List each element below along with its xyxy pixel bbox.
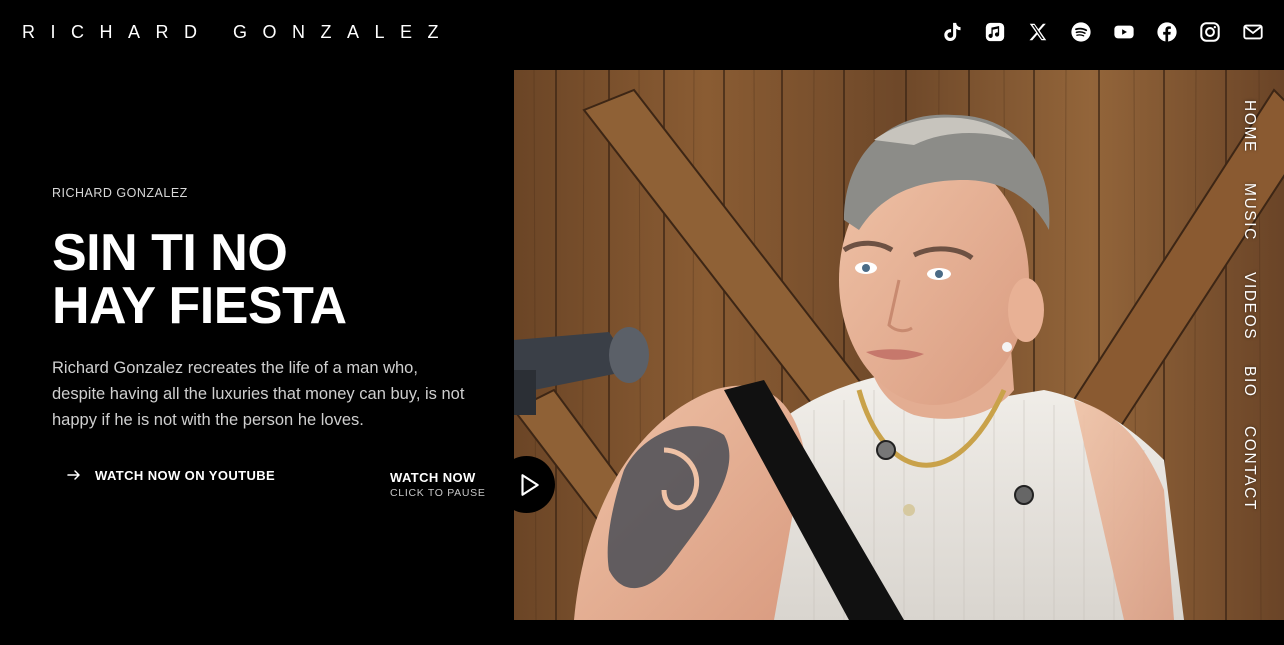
- watch-on-youtube-label: WATCH NOW ON YOUTUBE: [95, 467, 276, 483]
- nav-item-videos[interactable]: VIDEOS: [1240, 272, 1258, 340]
- hero-eyebrow: RICHARD GONZALEZ: [52, 186, 188, 200]
- click-to-pause-hint: CLICK TO PAUSE: [390, 487, 486, 499]
- tiktok-icon[interactable]: [940, 20, 963, 43]
- side-navigation: HOME MUSIC VIDEOS BIO CONTACT: [1240, 100, 1262, 540]
- watch-now-title: WATCH NOW: [390, 470, 476, 485]
- hero-description: Richard Gonzalez recreates the life of a…: [52, 359, 465, 429]
- arrow-right-icon: [67, 470, 80, 480]
- play-icon: [520, 473, 539, 496]
- nav-item-home[interactable]: HOME: [1240, 100, 1258, 153]
- site-name[interactable]: RICHARD GONZALEZ: [22, 22, 454, 43]
- video-player[interactable]: [514, 70, 1284, 620]
- watch-now-caption: WATCH NOW CLICK TO PAUSE: [390, 470, 486, 499]
- x-twitter-icon[interactable]: [1026, 20, 1049, 43]
- video-frame-image: [514, 70, 1284, 620]
- youtube-icon[interactable]: [1112, 20, 1135, 43]
- instagram-icon[interactable]: [1198, 20, 1221, 43]
- mail-icon[interactable]: [1241, 20, 1264, 43]
- facebook-icon[interactable]: [1155, 20, 1178, 43]
- hero-title-line-1: SIN TI NO: [52, 224, 288, 282]
- hero-content: RICHARD GONZALEZ SIN TI NO HAY FIESTA Ri…: [52, 186, 482, 433]
- play-button[interactable]: [498, 456, 555, 513]
- apple-music-icon[interactable]: [983, 20, 1006, 43]
- nav-item-music[interactable]: MUSIC: [1240, 183, 1258, 241]
- hero-title: SIN TI NO HAY FIESTA: [52, 227, 482, 333]
- hero-title-line-2: HAY FIESTA: [52, 277, 347, 335]
- watch-on-youtube-link[interactable]: WATCH NOW ON YOUTUBE: [66, 467, 275, 483]
- nav-item-bio[interactable]: BIO: [1240, 366, 1258, 398]
- nav-item-contact[interactable]: CONTACT: [1240, 426, 1258, 511]
- social-links: [940, 20, 1264, 43]
- spotify-icon[interactable]: [1069, 20, 1092, 43]
